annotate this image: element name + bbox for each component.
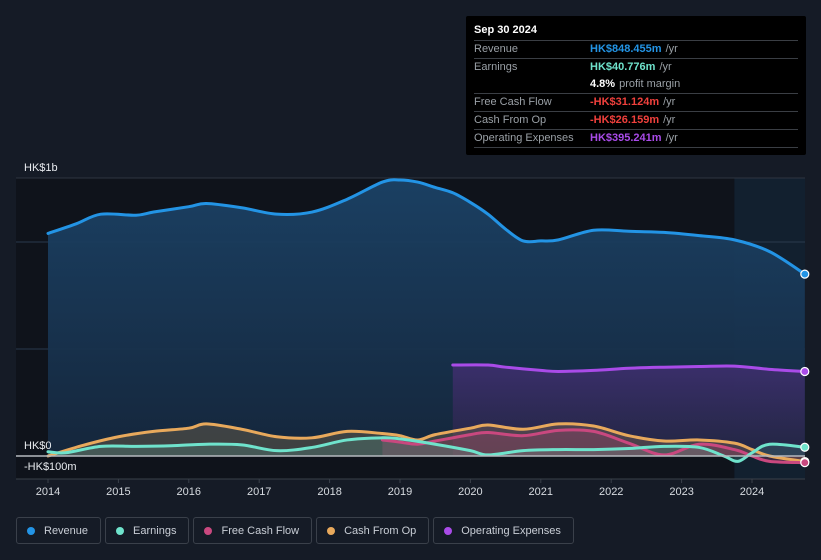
tooltip-panel: Sep 30 2024 Revenue HK$848.455m /yr Earn…	[466, 16, 806, 155]
operating-expenses-end-marker	[800, 366, 810, 377]
x-tick-label: 2017	[247, 486, 271, 498]
legend-item-free-cash-flow[interactable]: Free Cash Flow	[193, 517, 313, 544]
tooltip-value: HK$395.241m	[590, 132, 662, 144]
tooltip-row-free-cash-flow: Free Cash Flow -HK$31.124m /yr	[474, 94, 798, 112]
earnings-end-marker	[800, 442, 810, 452]
legend-label: Earnings	[133, 524, 177, 537]
tooltip-label: Revenue	[474, 43, 519, 55]
x-tick-label: 2016	[177, 486, 201, 498]
tooltip-row-revenue: Revenue HK$848.455m /yr	[474, 41, 798, 59]
tooltip-date: Sep 30 2024	[474, 24, 798, 41]
tooltip-value: HK$848.455m	[590, 43, 662, 55]
x-tick-label: 2022	[599, 486, 623, 498]
x-tick-label: 2019	[388, 486, 412, 498]
legend-item-cash-from-op[interactable]: Cash From Op	[316, 517, 430, 544]
tooltip-unit: /yr	[663, 96, 676, 108]
profit-margin-text: profit margin	[619, 78, 681, 90]
x-tick-label: 2023	[669, 486, 693, 498]
tooltip-label: Operating Expenses	[474, 132, 574, 144]
tooltip-row-profit-margin: 4.8% profit margin	[474, 76, 798, 94]
tooltip-unit: /yr	[659, 61, 672, 73]
legend-item-operating-expenses[interactable]: Operating Expenses	[433, 517, 574, 544]
free-cash-flow-end-marker	[800, 458, 810, 468]
tooltip-label: Free Cash Flow	[474, 96, 552, 108]
tooltip-label	[474, 76, 590, 93]
x-tick-label: 2015	[106, 486, 130, 498]
tooltip-label: Earnings	[474, 61, 518, 73]
earnings-dot-icon	[116, 526, 125, 535]
tooltip-row-cash-from-op: Cash From Op -HK$26.159m /yr	[474, 112, 798, 130]
y-tick-label: HK$1b	[24, 162, 58, 174]
x-tick-label: 2020	[458, 486, 482, 498]
legend-label: Revenue	[44, 524, 89, 537]
x-tick-label: 2024	[740, 486, 764, 498]
tooltip-unit: /yr	[665, 43, 678, 55]
free-cash-flow-dot-icon	[204, 526, 213, 535]
profit-margin-value: 4.8%	[590, 78, 616, 90]
revenue-end-marker	[800, 269, 810, 279]
legend-item-revenue[interactable]: Revenue	[16, 517, 102, 544]
tooltip-value: -HK$26.159m	[590, 114, 660, 126]
tooltip-value: -HK$31.124m	[590, 96, 660, 108]
x-tick-label: 2021	[529, 486, 553, 498]
tooltip-unit: /yr	[663, 114, 676, 126]
x-tick-label: 2018	[317, 486, 341, 498]
legend-item-earnings[interactable]: Earnings	[105, 517, 190, 544]
chart-legend: Revenue Earnings Free Cash Flow Cash Fro…	[16, 517, 574, 544]
legend-label: Operating Expenses	[461, 524, 561, 537]
y-tick-label: -HK$100m	[24, 461, 77, 473]
legend-label: Cash From Op	[344, 524, 417, 537]
legend-label: Free Cash Flow	[221, 524, 300, 537]
operating-expenses-dot-icon	[444, 526, 453, 535]
tooltip-unit: /yr	[665, 132, 678, 144]
revenue-dot-icon	[27, 526, 35, 535]
tooltip-row-earnings: Earnings HK$40.776m /yr	[474, 59, 798, 76]
x-tick-label: 2014	[36, 486, 60, 498]
cash-from-op-dot-icon	[327, 526, 336, 535]
y-tick-label: HK$0	[24, 440, 52, 452]
tooltip-row-operating-expenses: Operating Expenses HK$395.241m /yr	[474, 130, 798, 148]
tooltip-value: HK$40.776m	[590, 61, 656, 73]
tooltip-label: Cash From Op	[474, 114, 547, 126]
